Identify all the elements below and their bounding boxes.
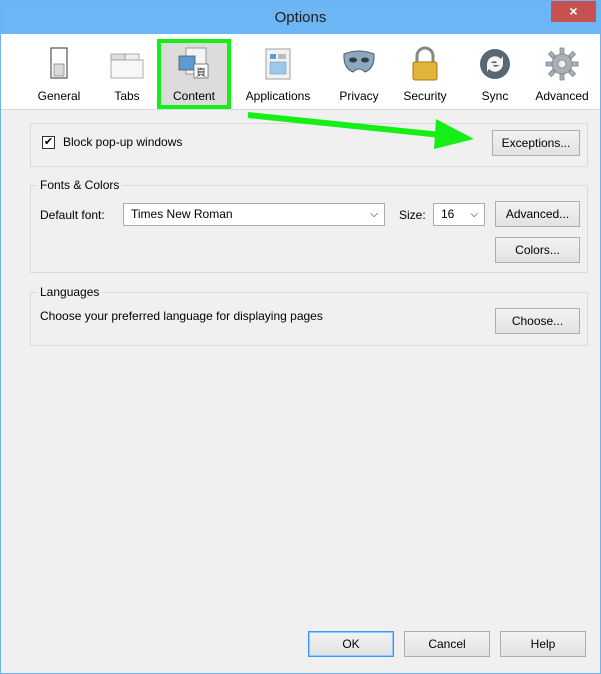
tab-privacy-label: Privacy — [339, 89, 379, 103]
tab-advanced[interactable]: Advanced — [527, 41, 597, 107]
chevron-down-icon: ⌵ — [370, 209, 378, 220]
tab-tabs[interactable]: Tabs — [103, 41, 151, 107]
font-size-select[interactable]: 16 ⌵ — [433, 203, 485, 226]
sync-icon — [480, 49, 510, 79]
tab-content-label: Content — [172, 89, 216, 103]
tab-tabs-label: Tabs — [114, 89, 140, 103]
applications-icon — [265, 48, 291, 80]
tab-general-label: General — [37, 89, 81, 103]
default-font-label: Default font: — [40, 208, 105, 222]
close-button[interactable]: × — [551, 1, 596, 22]
preferences-toolbar: General Tabs 頁 Content Applications Priv… — [1, 34, 600, 110]
tab-security-label: Security — [403, 89, 447, 103]
tab-security[interactable]: Security — [395, 41, 455, 107]
size-label: Size: — [399, 208, 426, 222]
colors-button[interactable]: Colors... — [495, 237, 580, 263]
padlock-icon — [412, 46, 438, 81]
tab-sync[interactable]: Sync — [471, 41, 519, 107]
privacy-mask-icon — [343, 50, 375, 73]
svg-text:頁: 頁 — [196, 67, 206, 79]
default-font-value: Times New Roman — [131, 207, 233, 221]
choose-language-button[interactable]: Choose... — [495, 308, 580, 334]
gear-icon — [545, 47, 579, 81]
tab-applications[interactable]: Applications — [237, 41, 319, 107]
chevron-down-icon: ⌵ — [470, 209, 478, 220]
general-icon — [50, 47, 68, 79]
font-size-value: 16 — [441, 207, 455, 221]
tabs-icon — [110, 53, 144, 79]
languages-legend: Languages — [37, 285, 103, 299]
cancel-button[interactable]: Cancel — [404, 631, 490, 657]
content-icon: 頁 — [178, 47, 209, 79]
fonts-advanced-button[interactable]: Advanced... — [495, 201, 580, 227]
title-bar: Options × — [1, 1, 600, 34]
tab-content[interactable]: 頁 Content — [157, 39, 231, 109]
block-popups-label: Block pop-up windows — [63, 135, 183, 149]
annotation-arrow-icon — [247, 112, 474, 149]
tab-advanced-label: Advanced — [535, 89, 589, 103]
help-button[interactable]: Help — [500, 631, 586, 657]
tab-general[interactable]: General — [31, 41, 87, 107]
tab-applications-label: Applications — [245, 89, 311, 103]
languages-group: Languages Choose your preferred language… — [30, 285, 588, 346]
fonts-colors-group: Fonts & Colors Default font: Times New R… — [30, 178, 588, 273]
fonts-colors-legend: Fonts & Colors — [37, 178, 123, 192]
ok-button[interactable]: OK — [308, 631, 394, 657]
tab-privacy[interactable]: Privacy — [333, 41, 385, 107]
default-font-select[interactable]: Times New Roman ⌵ — [123, 203, 385, 226]
languages-description: Choose your preferred language for displ… — [40, 309, 323, 323]
options-window: Options × General Tabs 頁 Content Applica… — [0, 0, 601, 674]
exceptions-button[interactable]: Exceptions... — [492, 130, 580, 156]
window-title: Options — [274, 9, 327, 26]
block-popups-checkbox[interactable]: ✔ — [42, 136, 55, 149]
tab-sync-label: Sync — [481, 89, 509, 103]
